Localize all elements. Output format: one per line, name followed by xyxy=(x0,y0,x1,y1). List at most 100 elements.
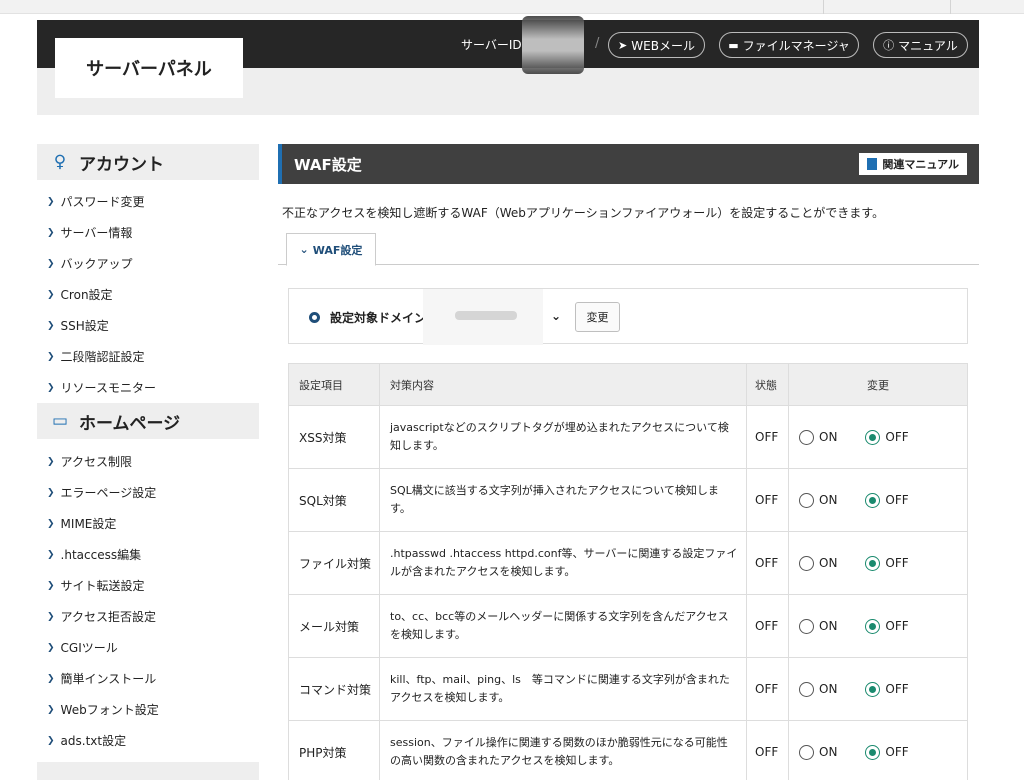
manual-label: マニュアル xyxy=(898,38,958,53)
chevron-right-icon: ❯ xyxy=(47,580,55,591)
chevron-down-icon[interactable]: ⌄ xyxy=(551,309,561,323)
setting-description: .htpasswd .htaccess httpd.conf等、サーバーに関連す… xyxy=(379,531,747,595)
toggle-cell: ON OFF xyxy=(788,594,968,658)
chevron-down-icon: ⌄ xyxy=(299,243,309,256)
radio-button[interactable] xyxy=(865,744,881,760)
chevron-right-icon: ❯ xyxy=(47,320,55,331)
radio-off[interactable]: OFF xyxy=(865,681,909,697)
sidebar-section-account: ♀ アカウント xyxy=(37,144,259,180)
book-icon xyxy=(867,158,878,170)
domain-select-redacted[interactable] xyxy=(423,289,543,345)
header-separator: / xyxy=(595,36,600,51)
sidebar-item-server-info[interactable]: ❯ サーバー情報 xyxy=(37,217,259,248)
status-value: OFF xyxy=(746,657,789,721)
radio-button[interactable] xyxy=(799,681,814,697)
radio-on[interactable]: ON xyxy=(799,555,837,571)
radio-button[interactable] xyxy=(799,555,814,571)
radio-on[interactable]: ON xyxy=(799,618,837,634)
setting-item: SQL対策 xyxy=(288,468,380,532)
table-row: XSS対策 javascriptなどのスクリプトタグが埋め込まれたアクセスについて… xyxy=(288,405,968,469)
chevron-right-icon: ❯ xyxy=(47,227,55,238)
sidebar-item-cron[interactable]: ❯ Cron設定 xyxy=(37,279,259,310)
status-value: OFF xyxy=(746,720,789,780)
chevron-right-icon: ❯ xyxy=(47,456,55,467)
sidebar-item-htaccess[interactable]: ❯ .htaccess編集 xyxy=(37,539,259,570)
webmail-button[interactable]: ➤ WEBメール xyxy=(608,32,705,58)
sidebar-item-password[interactable]: ❯ パスワード変更 xyxy=(37,186,259,217)
toggle-cell: ON OFF xyxy=(788,405,968,469)
radio-off[interactable]: OFF xyxy=(865,555,909,571)
radio-off[interactable]: OFF xyxy=(865,618,909,634)
radio-off[interactable]: OFF xyxy=(865,429,909,445)
setting-description: SQL構文に該当する文字列が挿入されたアクセスについて検知します。 xyxy=(379,468,747,532)
webmail-label: WEBメール xyxy=(631,38,695,53)
sidebar-item-backup[interactable]: ❯ バックアップ xyxy=(37,248,259,279)
sidebar-item-easy-install[interactable]: ❯ 簡単インストール xyxy=(37,663,259,694)
sidebar-section-next xyxy=(37,762,259,780)
setting-item: ファイル対策 xyxy=(288,531,380,595)
sidebar-item-label: Webフォント設定 xyxy=(60,703,159,717)
sidebar-section-title: ホームページ xyxy=(79,413,181,434)
sidebar-item-label: アクセス拒否設定 xyxy=(60,610,156,624)
column-header: 対策内容 xyxy=(379,363,747,406)
setting-item: XSS対策 xyxy=(288,405,380,469)
radio-button[interactable] xyxy=(799,492,814,508)
radio-button[interactable] xyxy=(865,492,881,508)
radio-button[interactable] xyxy=(799,429,814,445)
status-value: OFF xyxy=(746,531,789,595)
setting-description: session、ファイル操作に関連する関数のほか脆弱性元になる可能性の高い関数の… xyxy=(379,720,747,780)
sidebar-item-label: 簡単インストール xyxy=(60,672,157,686)
radio-on[interactable]: ON xyxy=(799,681,837,697)
browser-window-icon: ▭ xyxy=(51,411,69,431)
sidebar-item-label: Cron設定 xyxy=(60,288,113,302)
setting-description: to、cc、bcc等のメールヘッダーに関係する文字列を含んだアクセスを検知します… xyxy=(379,594,747,658)
table-header-row: 設定項目 対策内容 状態 変更 xyxy=(288,363,968,406)
radio-button[interactable] xyxy=(799,744,814,760)
sidebar-item-label: バックアップ xyxy=(60,257,133,271)
sidebar-item-site-redirect[interactable]: ❯ サイト転送設定 xyxy=(37,570,259,601)
sidebar-item-access-deny[interactable]: ❯ アクセス拒否設定 xyxy=(37,601,259,632)
sidebar-item-ssh[interactable]: ❯ SSH設定 xyxy=(37,310,259,341)
status-value: OFF xyxy=(746,594,789,658)
status-value: OFF xyxy=(746,468,789,532)
paper-plane-icon: ➤ xyxy=(618,38,628,52)
radio-on-label: ON xyxy=(819,430,838,444)
radio-button[interactable] xyxy=(865,681,881,697)
sidebar-item-mime[interactable]: ❯ MIME設定 xyxy=(37,508,259,539)
table-row: コマンド対策 kill、ftp、mail、ping、ls 等コマンドに関連する文字… xyxy=(288,657,968,721)
radio-button[interactable] xyxy=(865,429,881,445)
radio-off-label: OFF xyxy=(885,556,909,570)
related-manual-button[interactable]: 関連マニュアル xyxy=(859,153,967,175)
column-header: 設定項目 xyxy=(288,363,380,406)
sidebar-item-access-limit[interactable]: ❯ アクセス制限 xyxy=(37,446,259,477)
radio-button[interactable] xyxy=(799,618,814,634)
server-id-redacted xyxy=(522,16,584,74)
sidebar-item-web-font[interactable]: ❯ Webフォント設定 xyxy=(37,694,259,725)
server-panel-logo[interactable]: サーバーパネル xyxy=(55,38,243,98)
chevron-right-icon: ❯ xyxy=(47,382,55,393)
radio-on[interactable]: ON xyxy=(799,492,837,508)
radio-on[interactable]: ON xyxy=(799,744,837,760)
radio-button[interactable] xyxy=(865,618,881,634)
radio-on[interactable]: ON xyxy=(799,429,838,445)
file-manager-button[interactable]: ▬ ファイルマネージャ xyxy=(719,32,859,58)
sidebar-item-resource-monitor[interactable]: ❯ リソースモニター xyxy=(37,372,259,403)
chevron-right-icon: ❯ xyxy=(47,518,55,529)
tab-waf-settings[interactable]: ⌄ WAF設定 xyxy=(286,233,376,266)
setting-description: javascriptなどのスクリプトタグが埋め込まれたアクセスについて検知します… xyxy=(379,405,747,469)
manual-link-button[interactable]: ⓘ マニュアル xyxy=(873,32,968,58)
ring-icon xyxy=(309,312,320,323)
sidebar-item-label: SSH設定 xyxy=(60,319,109,333)
status-value: OFF xyxy=(746,405,789,469)
domain-label: 設定対象ドメイン xyxy=(309,309,426,326)
radio-button[interactable] xyxy=(865,555,881,571)
sidebar-item-ads-txt[interactable]: ❯ ads.txt設定 xyxy=(37,725,259,756)
change-domain-button[interactable]: 変更 xyxy=(575,302,620,332)
sidebar-item-2fa[interactable]: ❯ 二段階認証設定 xyxy=(37,341,259,372)
sidebar-item-error-page[interactable]: ❯ エラーページ設定 xyxy=(37,477,259,508)
sidebar-item-label: エラーページ設定 xyxy=(60,486,157,500)
radio-off[interactable]: OFF xyxy=(865,492,909,508)
sidebar-item-label: .htaccess編集 xyxy=(60,548,142,562)
sidebar-item-cgi-tools[interactable]: ❯ CGIツール xyxy=(37,632,259,663)
radio-off[interactable]: OFF xyxy=(865,744,909,760)
